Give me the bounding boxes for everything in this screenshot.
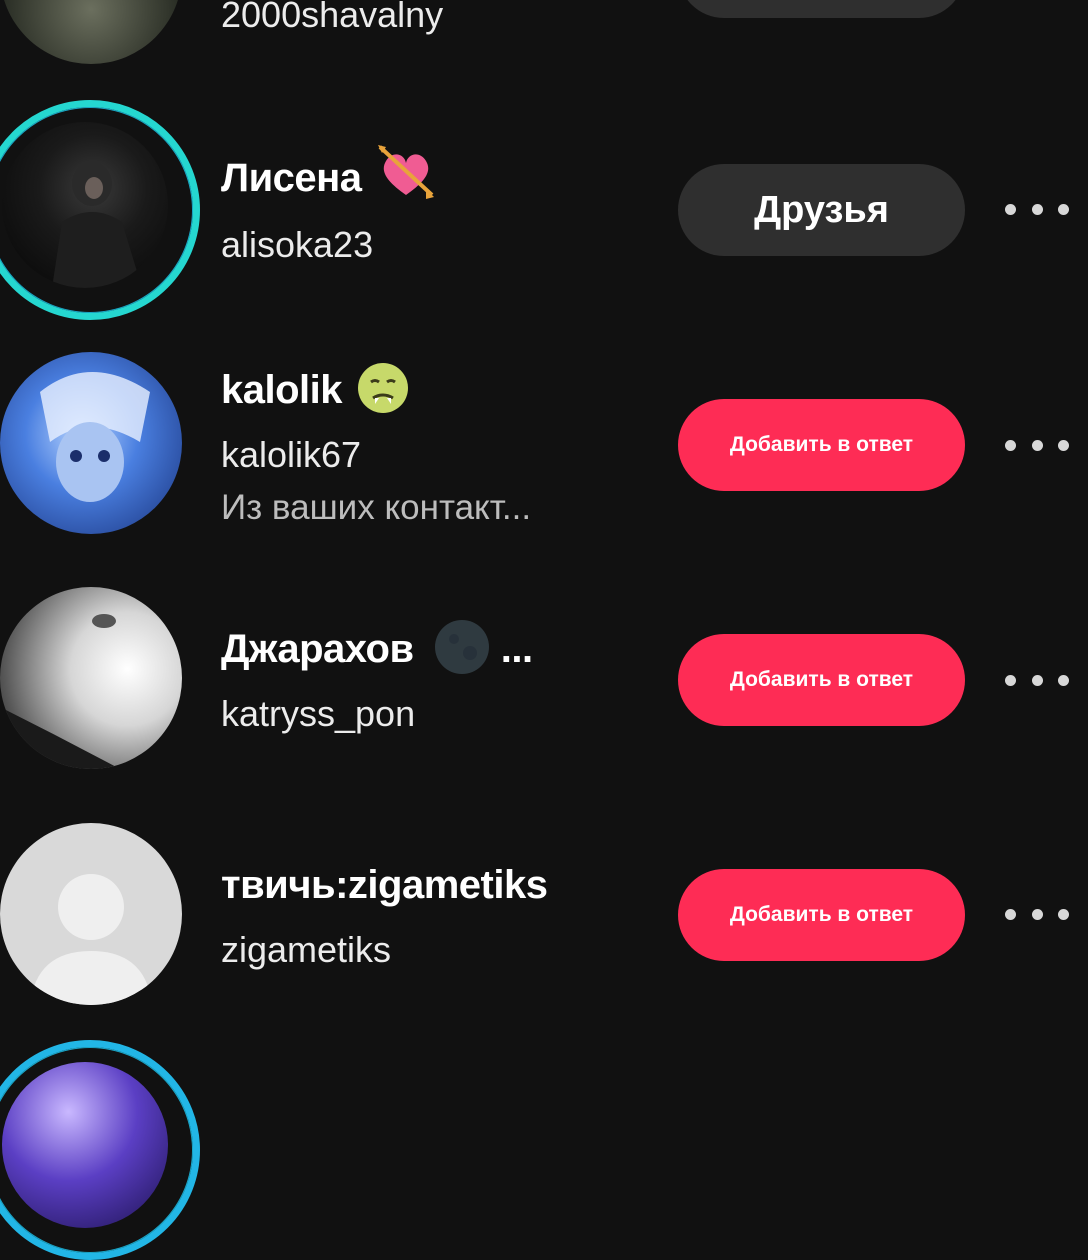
more-options-icon[interactable]: [1005, 438, 1069, 452]
more-options-icon[interactable]: [1005, 202, 1069, 216]
woozy-face-icon: [357, 363, 408, 414]
new-moon-icon: [435, 620, 490, 675]
username: alisoka23: [221, 224, 374, 265]
display-name: kalolik: [221, 363, 409, 414]
contact-source: Из ваших контакт...: [221, 488, 532, 527]
avatar[interactable]: [0, 587, 182, 769]
display-name: Джарахов ...: [221, 620, 533, 675]
display-name: твичь:zigametiks: [221, 863, 548, 907]
follow-back-button[interactable]: Добавить в ответ: [678, 399, 965, 491]
avatar[interactable]: [2, 122, 168, 288]
username: 2000shavalny: [221, 0, 444, 35]
username: zigametiks: [221, 929, 392, 970]
heart-with-arrow-icon: [378, 145, 435, 200]
display-name: Лисена: [221, 145, 436, 201]
avatar[interactable]: [0, 0, 182, 64]
follow-back-button[interactable]: Добавить в ответ: [678, 869, 965, 961]
avatar-photo: [40, 372, 150, 502]
friends-button[interactable]: [678, 0, 965, 18]
avatar-photo: [0, 614, 120, 769]
username: kalolik67: [221, 434, 362, 475]
default-avatar-icon[interactable]: [0, 823, 182, 1005]
follow-back-button[interactable]: Добавить в ответ: [678, 634, 965, 726]
avatar-photo: [52, 162, 142, 288]
username: katryss_pon: [221, 693, 416, 734]
more-options-icon[interactable]: [1005, 907, 1069, 921]
friends-button[interactable]: Друзья: [678, 164, 965, 256]
avatar[interactable]: [2, 1062, 168, 1228]
avatar[interactable]: [0, 352, 182, 534]
more-options-icon[interactable]: [1005, 673, 1069, 687]
